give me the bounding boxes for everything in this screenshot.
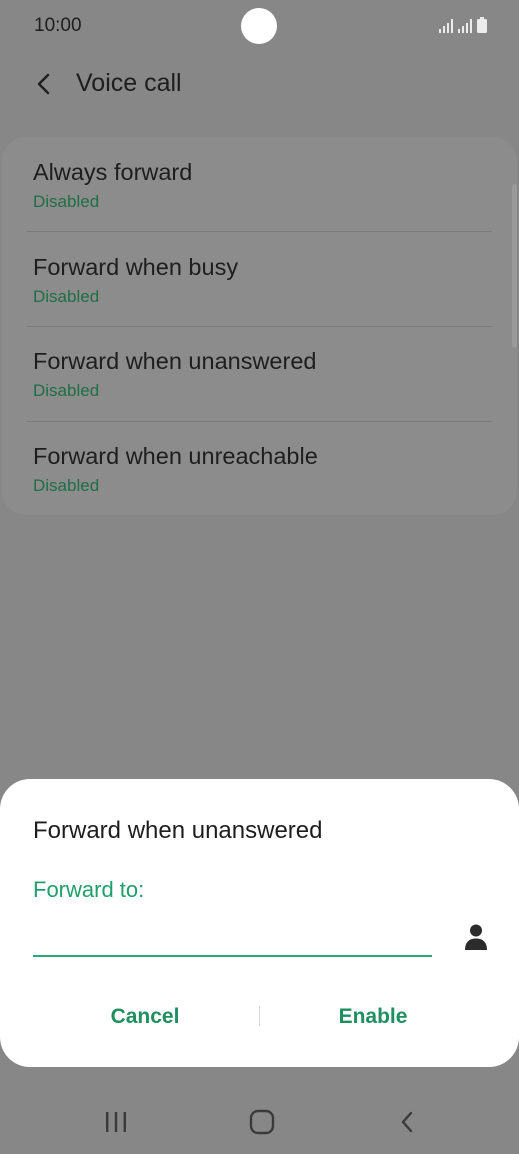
recents-icon xyxy=(106,1112,126,1132)
list-item-title: Forward when unreachable xyxy=(33,443,318,469)
back-button[interactable] xyxy=(24,64,64,104)
list-item-forward-when-unanswered[interactable]: Forward when unanswered Disabled xyxy=(2,326,517,420)
recents-button[interactable] xyxy=(94,1104,138,1140)
list-item-always-forward[interactable]: Always forward Disabled xyxy=(2,137,517,231)
list-item-status: Disabled xyxy=(33,476,100,495)
app-bar: Voice call xyxy=(0,54,519,114)
forwarding-options-card: Always forward Disabled Forward when bus… xyxy=(2,137,517,515)
forward-dialog: Forward when unanswered Forward to: Canc… xyxy=(0,779,519,1067)
list-item-forward-when-busy[interactable]: Forward when busy Disabled xyxy=(2,232,517,326)
list-item-status: Disabled xyxy=(33,381,100,400)
signal-icon xyxy=(439,19,453,33)
list-item-status: Disabled xyxy=(33,287,100,306)
signal-icon xyxy=(458,19,472,33)
forward-number-input[interactable] xyxy=(33,917,432,957)
list-item-title: Always forward xyxy=(33,159,193,185)
contacts-button[interactable] xyxy=(458,919,494,955)
list-item-forward-when-unreachable[interactable]: Forward when unreachable Disabled xyxy=(2,421,517,515)
status-bar: 10:00 xyxy=(0,0,519,54)
forward-to-label: Forward to: xyxy=(33,877,145,902)
camera-cutout xyxy=(241,8,277,44)
button-separator xyxy=(259,1006,260,1026)
cancel-button[interactable]: Cancel xyxy=(45,997,245,1037)
home-button[interactable] xyxy=(240,1104,284,1140)
navigation-bar xyxy=(0,1090,519,1154)
enable-button[interactable]: Enable xyxy=(273,997,473,1037)
list-item-title: Forward when unanswered xyxy=(33,348,317,374)
back-icon xyxy=(401,1111,413,1133)
nav-back-button[interactable] xyxy=(385,1104,429,1140)
home-icon xyxy=(249,1109,275,1135)
list-item-status: Disabled xyxy=(33,192,100,211)
status-time: 10:00 xyxy=(34,15,82,36)
battery-icon xyxy=(477,17,487,33)
page-title: Voice call xyxy=(76,69,182,97)
status-icons xyxy=(439,17,487,33)
list-item-title: Forward when busy xyxy=(33,254,239,280)
scrollbar[interactable] xyxy=(512,184,517,348)
dialog-title: Forward when unanswered xyxy=(33,817,323,844)
person-icon xyxy=(465,924,487,950)
chevron-left-icon xyxy=(37,73,50,95)
